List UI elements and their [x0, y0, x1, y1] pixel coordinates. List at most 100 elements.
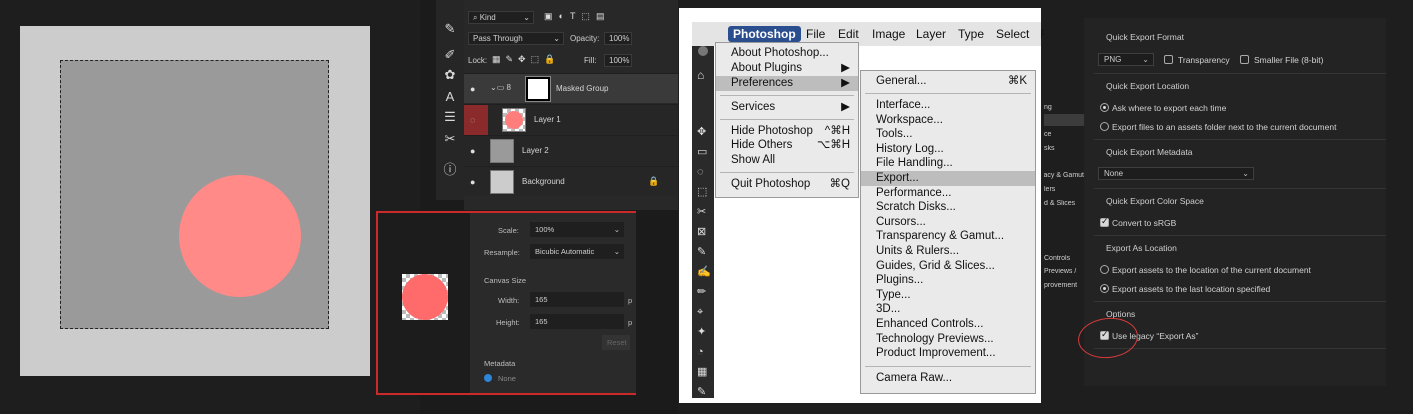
menu-edit[interactable]: Edit	[838, 27, 859, 41]
pref-history-log[interactable]: History Log...	[861, 142, 1035, 157]
resample-select[interactable]: Bicubic Automatic ⌄	[530, 244, 624, 259]
loc-assets-radio[interactable]	[1100, 122, 1109, 131]
menu-item-label: Services	[731, 101, 776, 113]
window-close-icon[interactable]	[698, 46, 708, 56]
pref-3d[interactable]: 3D...	[861, 302, 1035, 317]
sidebar-item[interactable]: sks	[1044, 145, 1084, 152]
menu-image[interactable]: Image	[872, 27, 905, 41]
filter-kind-select[interactable]: ⌕ Kind ⌄	[468, 11, 534, 24]
brushes-icon[interactable]: ✐	[441, 46, 459, 64]
brush-settings-icon[interactable]: ✎	[441, 20, 459, 38]
pref-interface[interactable]: Interface...	[861, 98, 1035, 113]
smaller-file-checkbox[interactable]	[1240, 55, 1249, 64]
mask-thumbnail[interactable]	[525, 76, 551, 102]
scale-select[interactable]: 100% ⌄	[530, 222, 624, 237]
pref-transparency-gamut[interactable]: Transparency & Gamut...	[861, 229, 1035, 244]
chevron-down-icon: ⌄	[1242, 169, 1249, 178]
menu-item-about-photoshop[interactable]: About Photoshop...	[716, 46, 858, 61]
sidebar-item[interactable]: ce	[1044, 131, 1084, 138]
eye-icon[interactable]: ●	[470, 177, 475, 187]
pref-plugins[interactable]: Plugins...	[861, 273, 1035, 288]
metadata-label: Metadata	[484, 359, 516, 368]
sidebar-item[interactable]: Controls	[1044, 255, 1084, 262]
layer-row-masked-group[interactable]: ● ⌄▭ 8 Masked Group	[464, 73, 678, 103]
eye-icon[interactable]: ◌	[470, 115, 475, 125]
convert-srgb-checkbox[interactable]	[1100, 216, 1109, 227]
submenu-arrow-icon: ▶	[841, 77, 850, 89]
eye-icon[interactable]: ●	[470, 146, 475, 156]
pink-circle-shape[interactable]	[179, 175, 301, 297]
radio-selected-icon[interactable]	[484, 374, 492, 382]
smaller-file-label: Smaller File (8-bit)	[1254, 55, 1324, 65]
filter-type-icons[interactable]: ▣◐T⬚▤	[544, 11, 610, 22]
tool-icons[interactable]: ✥ ▭ ◌ ⬚ ✂ ⊠ ✎ ✍ ✏ ⌖ ✦ ◔ ▦ ✎	[697, 122, 711, 402]
eal-last-radio[interactable]	[1100, 284, 1109, 293]
canvas-size-label: Canvas Size	[484, 276, 527, 285]
character-icon[interactable]: A	[441, 88, 459, 106]
layer-row-layer-2[interactable]: ● Layer 2	[464, 135, 678, 165]
layer-name: Background	[522, 177, 565, 186]
pref-general[interactable]: General... ⌘K	[861, 74, 1035, 89]
menu-item-quit-photoshop[interactable]: Quit Photoshop ⌘Q	[716, 177, 858, 192]
resample-label: Resample:	[484, 248, 520, 257]
pref-export[interactable]: Export...	[861, 171, 1035, 186]
export-preview	[402, 274, 448, 320]
width-input[interactable]: 165	[530, 292, 624, 307]
eye-icon[interactable]: ●	[470, 84, 475, 94]
color-palette-icon[interactable]: ✿	[441, 66, 459, 84]
pref-workspace[interactable]: Workspace...	[861, 113, 1035, 128]
menu-item-hide-others[interactable]: Hide Others ⌥⌘H	[716, 138, 858, 153]
menu-item-hide-photoshop[interactable]: Hide Photoshop ^⌘H	[716, 124, 858, 139]
menu-photoshop[interactable]: Photoshop	[728, 26, 801, 42]
blend-mode-select[interactable]: Pass Through ⌄	[468, 32, 564, 45]
sidebar-item[interactable]: d & Slices	[1044, 200, 1084, 207]
metadata-select[interactable]: None ⌄	[1098, 167, 1254, 180]
visibility-cell[interactable]	[464, 105, 488, 135]
fill-input[interactable]: 100%	[604, 54, 632, 67]
sidebar-item[interactable]: lers	[1044, 186, 1084, 193]
opacity-input[interactable]: 100%	[604, 32, 632, 45]
menu-item-services[interactable]: Services ▶	[716, 100, 858, 115]
layer-row-layer-1[interactable]: ◌ Layer 1	[464, 104, 678, 135]
menu-type[interactable]: Type	[958, 27, 984, 41]
pref-performance[interactable]: Performance...	[861, 186, 1035, 201]
sidebar-item[interactable]: provement	[1044, 282, 1084, 289]
format-select[interactable]: PNG ⌄	[1098, 53, 1154, 66]
adjustments-icon[interactable]: ☰	[441, 108, 459, 126]
home-icon[interactable]: ⌂	[697, 68, 704, 82]
layer-row-background[interactable]: ● Background 🔒	[464, 166, 678, 196]
pref-type[interactable]: Type...	[861, 288, 1035, 303]
menu-select[interactable]: Select	[996, 27, 1029, 41]
lock-icons[interactable]: ▦✎✥⬚🔒	[492, 54, 560, 65]
info-icon[interactable]: ⓘ	[441, 161, 459, 179]
tools-icon[interactable]: ✂	[441, 130, 459, 148]
pref-technology-previews[interactable]: Technology Previews...	[861, 332, 1035, 347]
transparency-checkbox[interactable]	[1164, 55, 1173, 64]
convert-srgb-label: Convert to sRGB	[1112, 218, 1177, 228]
loc-ask-radio[interactable]	[1100, 103, 1109, 112]
sidebar-item[interactable]: ng	[1044, 104, 1084, 111]
sidebar-item[interactable]: / Previews	[1044, 268, 1084, 275]
pref-units-rulers[interactable]: Units & Rulers...	[861, 244, 1035, 259]
pref-camera-raw[interactable]: Camera Raw...	[861, 371, 1035, 386]
pref-scratch-disks[interactable]: Scratch Disks...	[861, 200, 1035, 215]
pref-guides-grid-slices[interactable]: Guides, Grid & Slices...	[861, 259, 1035, 274]
sidebar-item[interactable]: acy & Gamut	[1044, 172, 1084, 179]
menu-layer[interactable]: Layer	[916, 27, 946, 41]
menu-item-about-plugins[interactable]: About Plugins ▶	[716, 61, 858, 76]
pref-file-handling[interactable]: File Handling...	[861, 156, 1035, 171]
menu-item-preferences[interactable]: Preferences ▶	[716, 76, 858, 91]
document-canvas[interactable]	[60, 60, 329, 329]
menu-item-label: General...	[876, 75, 927, 87]
height-input[interactable]: 165	[530, 314, 624, 329]
pref-product-improvement[interactable]: Product Improvement...	[861, 346, 1035, 361]
menu-item-show-all[interactable]: Show All	[716, 153, 858, 168]
pref-enhanced-controls[interactable]: Enhanced Controls...	[861, 317, 1035, 332]
reset-button[interactable]: Reset	[602, 335, 630, 350]
pref-cursors[interactable]: Cursors...	[861, 215, 1035, 230]
layers-export-panel: ✎ ✐ ✿ A ☰ ✂ ⓘ ⌕ Kind ⌄ ▣◐T⬚▤ Pass Through…	[376, 0, 678, 414]
menu-file[interactable]: File	[806, 27, 825, 41]
pref-tools[interactable]: Tools...	[861, 127, 1035, 142]
preferences-submenu: General... ⌘K Interface... Workspace... T…	[860, 70, 1036, 394]
eal-current-radio[interactable]	[1100, 265, 1109, 274]
